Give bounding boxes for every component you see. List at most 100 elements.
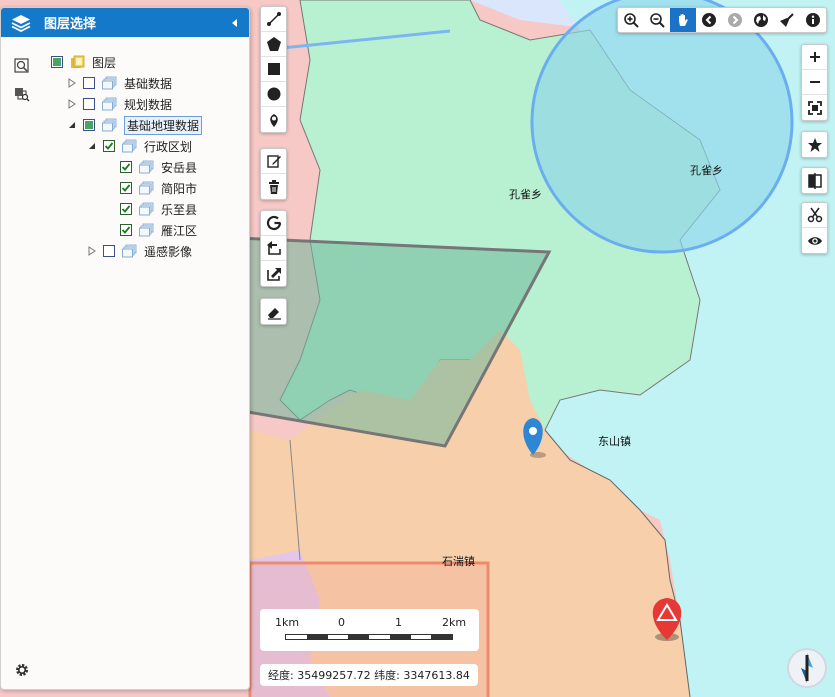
layer-tree-item[interactable]: 雁江区 bbox=[104, 220, 197, 240]
full-extent-button[interactable] bbox=[748, 8, 774, 32]
layer-checkbox[interactable] bbox=[83, 77, 95, 89]
expand-arrow-icon[interactable] bbox=[87, 246, 97, 256]
layer-stack-icon bbox=[139, 181, 155, 195]
google-icon bbox=[266, 215, 281, 231]
settings-button[interactable] bbox=[13, 661, 31, 679]
layer-checkbox[interactable] bbox=[103, 140, 115, 152]
import-icon bbox=[266, 241, 281, 255]
swipe-compare-button[interactable] bbox=[802, 168, 827, 193]
minus-icon bbox=[809, 81, 820, 83]
search-icon bbox=[14, 58, 29, 73]
layer-tree-item[interactable]: 图层 bbox=[51, 52, 116, 72]
layer-tree-item[interactable]: 乐至县 bbox=[104, 199, 197, 219]
layer-label[interactable]: 简阳市 bbox=[161, 180, 197, 197]
layer-stack-icon bbox=[122, 139, 138, 153]
layer-checkbox[interactable] bbox=[51, 56, 63, 68]
pan-tool-button[interactable] bbox=[670, 8, 696, 32]
zoom-out-button[interactable] bbox=[802, 70, 827, 95]
checkmark-icon bbox=[121, 226, 131, 234]
bookmark-button[interactable] bbox=[802, 132, 827, 157]
collapse-arrow-icon[interactable] bbox=[87, 141, 97, 151]
layer-label[interactable]: 行政区划 bbox=[144, 138, 192, 155]
edit-feature-button[interactable] bbox=[261, 149, 286, 174]
layer-label[interactable]: 基础地理数据 bbox=[124, 115, 203, 135]
collapse-panel-button[interactable] bbox=[225, 13, 245, 33]
edit-icon bbox=[266, 155, 281, 168]
broom-icon bbox=[780, 13, 794, 27]
cut-button[interactable] bbox=[802, 203, 827, 228]
compass-icon[interactable] bbox=[786, 647, 828, 689]
layer-checkbox[interactable] bbox=[120, 224, 132, 236]
google-search-button[interactable] bbox=[261, 211, 286, 236]
layer-label[interactable]: 安岳县 bbox=[161, 159, 197, 176]
globe-icon bbox=[754, 13, 768, 27]
delete-feature-button[interactable] bbox=[261, 174, 286, 199]
layer-label[interactable]: 基础数据 bbox=[124, 75, 172, 92]
layer-stack-icon bbox=[139, 223, 155, 237]
drawn-circle[interactable] bbox=[530, 0, 794, 254]
previous-extent-button[interactable] bbox=[696, 8, 722, 32]
layer-panel-title: 图层选择 bbox=[44, 17, 97, 32]
scissors-icon bbox=[807, 207, 822, 223]
layer-label[interactable]: 乐至县 bbox=[161, 201, 197, 218]
draw-polygon-button[interactable] bbox=[261, 32, 286, 57]
draw-rectangle-button[interactable] bbox=[261, 57, 286, 82]
layer-checkbox[interactable] bbox=[120, 161, 132, 173]
layer-stack-icon bbox=[122, 244, 138, 258]
expand-arrow-icon[interactable] bbox=[67, 78, 77, 88]
identify-button[interactable] bbox=[800, 8, 826, 32]
clear-button[interactable] bbox=[261, 299, 286, 324]
scale-label: 2km bbox=[442, 616, 467, 629]
checkmark-icon bbox=[121, 205, 131, 213]
draw-circle-button[interactable] bbox=[261, 82, 286, 107]
layer-checkbox[interactable] bbox=[103, 245, 115, 257]
layer-tree-item[interactable]: 基础数据 bbox=[67, 73, 172, 93]
layer-checkbox[interactable] bbox=[83, 119, 95, 131]
layer-tree-item[interactable]: 行政区划 bbox=[87, 136, 192, 156]
layer-label[interactable]: 遥感影像 bbox=[144, 243, 192, 260]
pentagon-icon bbox=[266, 37, 281, 51]
next-extent-button[interactable] bbox=[722, 8, 748, 32]
layer-label[interactable]: 雁江区 bbox=[161, 222, 197, 239]
square-icon bbox=[267, 63, 280, 75]
scale-label: 1 bbox=[395, 616, 402, 629]
layer-checkbox[interactable] bbox=[120, 203, 132, 215]
fullscreen-icon bbox=[807, 100, 822, 115]
layer-tree-item[interactable]: 简阳市 bbox=[104, 178, 197, 198]
zoom-out-icon bbox=[650, 13, 665, 28]
layer-tree-item[interactable]: 基础地理数据 bbox=[67, 115, 203, 135]
export-button[interactable] bbox=[261, 261, 286, 286]
map-label-shiman: 石湍镇 bbox=[442, 555, 475, 568]
zoom-out-tool-button[interactable] bbox=[644, 8, 670, 32]
clear-map-button[interactable] bbox=[774, 8, 800, 32]
fullscreen-button[interactable] bbox=[802, 95, 827, 120]
gear-icon bbox=[16, 664, 28, 676]
layer-tree-item[interactable]: 安岳县 bbox=[104, 157, 197, 177]
draw-marker-button[interactable] bbox=[261, 107, 286, 132]
draw-line-button[interactable] bbox=[261, 7, 286, 32]
eye-icon bbox=[807, 236, 822, 245]
collapse-arrow-icon[interactable] bbox=[67, 120, 77, 130]
layer-checkbox[interactable] bbox=[83, 98, 95, 110]
scale-label: 1km bbox=[275, 616, 300, 629]
layer-tree-item[interactable]: 遥感影像 bbox=[87, 241, 192, 261]
expand-arrow-icon[interactable] bbox=[67, 99, 77, 109]
scale-bar-graphic bbox=[285, 634, 453, 640]
map-label-kongque-outer: 孔雀乡 bbox=[690, 164, 723, 177]
visibility-button[interactable] bbox=[802, 228, 827, 253]
find-layer-button[interactable] bbox=[13, 85, 31, 103]
chevron-left-circle-icon bbox=[702, 13, 716, 27]
map-label-kongque-inner: 孔雀乡 bbox=[509, 188, 542, 201]
layer-label[interactable]: 规划数据 bbox=[124, 96, 172, 113]
layer-label[interactable]: 图层 bbox=[92, 54, 116, 71]
zoom-in-icon bbox=[624, 13, 639, 28]
zoom-in-tool-button[interactable] bbox=[618, 8, 644, 32]
layer-tree-item[interactable]: 规划数据 bbox=[67, 94, 172, 114]
layer-checkbox[interactable] bbox=[120, 182, 132, 194]
eraser-toolbar bbox=[260, 298, 287, 325]
import-button[interactable] bbox=[261, 236, 286, 261]
zoom-in-button[interactable] bbox=[802, 45, 827, 70]
search-layer-button[interactable] bbox=[13, 57, 31, 75]
